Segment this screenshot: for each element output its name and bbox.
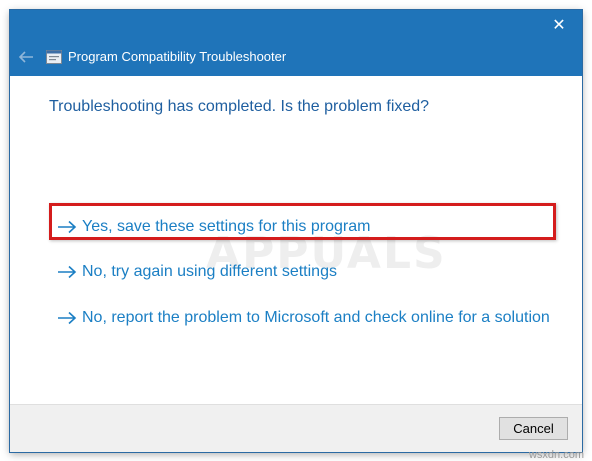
content-area: Troubleshooting has completed. Is the pr… xyxy=(10,76,582,404)
right-arrow-icon xyxy=(58,311,77,325)
option-no-report-problem[interactable]: No, report the problem to Microsoft and … xyxy=(56,306,550,330)
option-label: No, try again using different settings xyxy=(82,263,337,280)
footer-bar: Cancel xyxy=(10,404,582,452)
cancel-button[interactable]: Cancel xyxy=(499,417,568,440)
option-label: Yes, save these settings for this progra… xyxy=(82,218,371,235)
close-icon: ✕ xyxy=(552,17,566,34)
right-arrow-icon xyxy=(58,220,77,234)
back-arrow-icon xyxy=(18,51,33,63)
option-no-try-again[interactable]: No, try again using different settings xyxy=(56,260,337,284)
site-credit: wsxdn.com xyxy=(528,449,584,461)
back-button[interactable] xyxy=(16,48,36,66)
window-title: Program Compatibility Troubleshooter xyxy=(68,49,287,64)
page-heading: Troubleshooting has completed. Is the pr… xyxy=(49,98,430,115)
title-bar: ✕ Program Compatibility Troubleshooter xyxy=(10,10,582,76)
option-yes-save-settings[interactable]: Yes, save these settings for this progra… xyxy=(56,215,370,239)
troubleshooter-window: ✕ Program Compatibility Troubleshooter T… xyxy=(10,10,582,452)
option-label: No, report the problem to Microsoft and … xyxy=(82,309,550,326)
troubleshooter-icon xyxy=(46,50,62,64)
right-arrow-icon xyxy=(58,265,77,279)
close-button[interactable]: ✕ xyxy=(544,14,574,38)
